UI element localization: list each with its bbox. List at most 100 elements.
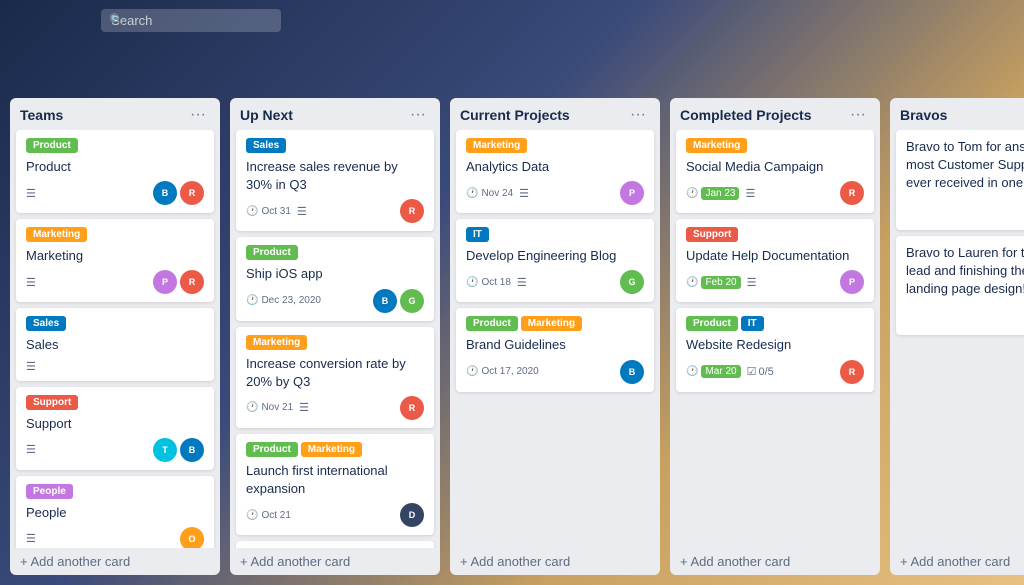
clock-icon: 🕐	[466, 188, 478, 199]
card-title-bravo-lauren: Bravo to Lauren for taking the lead and …	[906, 244, 1024, 299]
card-due-sales-revenue: 🕐Oct 31	[246, 206, 291, 217]
card-analytics-data[interactable]: Marketing Analytics Data 🕐Nov 24☰P	[456, 130, 654, 213]
card-avatar-ship-ios-0[interactable]: B	[373, 289, 397, 313]
due-text: Nov 24	[481, 188, 513, 199]
card-social-media[interactable]: MarketingSocial Media Campaign🕐Jan 23☰R	[676, 130, 874, 213]
add-card-button-completed-projects[interactable]: + Add another card	[670, 548, 880, 575]
card-help-docs[interactable]: SupportUpdate Help Documentation🕐Feb 20☰…	[676, 219, 874, 302]
card-title-people: People	[26, 504, 204, 522]
card-avatar-people-0[interactable]: O	[180, 527, 204, 548]
card-avatar-social-media-0[interactable]: R	[840, 181, 864, 205]
card-meta-people: ☰	[26, 532, 175, 545]
card-avatar-ship-ios-1[interactable]: G	[400, 289, 424, 313]
card-title-website-redesign: Website Redesign	[686, 336, 864, 354]
card-avatar-analytics-data-0[interactable]: P	[620, 181, 644, 205]
card-brand-guidelines[interactable]: ProductMarketingBrand Guidelines🕐Oct 17,…	[456, 308, 654, 391]
card-avatars-intl-expansion: D	[400, 503, 424, 527]
card-avatar-marketing-1[interactable]: R	[180, 270, 204, 294]
column-menu-button-current-projects[interactable]: ···	[626, 106, 650, 124]
card-avatar-sales-revenue-0[interactable]: R	[400, 199, 424, 223]
card-support[interactable]: SupportSupport☰TB	[16, 387, 214, 470]
cards-container-completed-projects: MarketingSocial Media Campaign🕐Jan 23☰RS…	[670, 130, 880, 548]
column-title-completed-projects: Completed Projects	[680, 107, 846, 123]
card-labels-sales-revenue: Sales	[246, 138, 424, 153]
desc-icon-product: ☰	[26, 187, 36, 200]
card-marketing[interactable]: MarketingMarketing☰PR	[16, 219, 214, 302]
add-card-button-bravos[interactable]: + Add another card	[890, 548, 1024, 575]
clock-icon: 🕐	[686, 277, 698, 288]
add-card-button-current-projects[interactable]: + Add another card	[450, 548, 660, 575]
column-menu-button-up-next[interactable]: ···	[406, 106, 430, 124]
card-avatar-brand-guidelines-0[interactable]: B	[620, 360, 644, 384]
label-people: People	[26, 484, 73, 499]
card-labels-sales: Sales	[26, 316, 204, 331]
checklist-website-redesign: ☑ 0/5	[747, 365, 774, 378]
card-title-ship-ios: Ship iOS app	[246, 265, 424, 283]
label-it: IT	[741, 316, 764, 331]
card-labels-product: Product	[26, 138, 204, 153]
due-text: Nov 21	[261, 402, 293, 413]
card-avatar-support-1[interactable]: B	[180, 438, 204, 462]
card-bravo-lauren[interactable]: Bravo to Lauren for taking the lead and …	[896, 236, 1024, 336]
add-card-button-teams[interactable]: + Add another card	[10, 548, 220, 575]
column-header-current-projects: Current Projects···	[450, 98, 660, 130]
card-title-help-docs: Update Help Documentation	[686, 247, 864, 265]
column-menu-button-completed-projects[interactable]: ···	[846, 106, 870, 124]
label-product: Product	[26, 138, 78, 153]
card-labels-analytics-data: Marketing	[466, 138, 644, 153]
card-avatars-analytics-data: P	[620, 181, 644, 205]
card-title-analytics-data: Analytics Data	[466, 158, 644, 176]
card-title-bravo-tom: Bravo to Tom for answering the most Cust…	[906, 138, 1024, 193]
card-people[interactable]: People People ☰ O	[16, 476, 214, 548]
card-avatar-product-1[interactable]: R	[180, 181, 204, 205]
label-marketing: Marketing	[246, 335, 307, 350]
search-input[interactable]	[101, 9, 281, 32]
card-avatar-intl-expansion-0[interactable]: D	[400, 503, 424, 527]
card-labels-brand-guidelines: ProductMarketing	[466, 316, 644, 331]
card-footer-bravo-lauren: O	[906, 303, 1024, 327]
card-meta-conversion: 🕐Nov 21☰	[246, 401, 395, 414]
card-footer-sales-revenue: 🕐Oct 31☰R	[246, 199, 424, 223]
card-due-intl-expansion: 🕐Oct 21	[246, 510, 291, 521]
column-teams: Teams···ProductProduct☰BRMarketingMarket…	[10, 98, 220, 575]
column-bravos: Bravos···Bravo to Tom for answering the …	[890, 98, 1024, 575]
card-meta-eng-blog: 🕐Oct 18☰	[466, 276, 615, 289]
card-avatar-help-docs-0[interactable]: P	[840, 270, 864, 294]
card-conversion[interactable]: MarketingIncrease conversion rate by 20%…	[236, 327, 434, 428]
card-labels-eng-blog: IT	[466, 227, 644, 242]
card-eng-blog[interactable]: ITDevelop Engineering Blog🕐Oct 18☰G	[456, 219, 654, 302]
card-ship-ios[interactable]: ProductShip iOS app🕐Dec 23, 2020BG	[236, 237, 434, 320]
card-due-brand-guidelines: 🕐Oct 17, 2020	[466, 366, 539, 377]
due-text: Dec 23, 2020	[261, 295, 321, 306]
card-intl-expansion[interactable]: ProductMarketingLaunch first internation…	[236, 434, 434, 535]
card-avatar-eng-blog-0[interactable]: G	[620, 270, 644, 294]
card-avatars-ship-ios: BG	[373, 289, 424, 313]
card-meta-website-redesign: 🕐Mar 20☑ 0/5	[686, 365, 835, 378]
column-title-up-next: Up Next	[240, 107, 406, 123]
card-footer-analytics-data: 🕐Nov 24☰P	[466, 181, 644, 205]
add-card-button-up-next[interactable]: + Add another card	[230, 548, 440, 575]
card-bravo-tom[interactable]: Bravo to Tom for answering the most Cust…	[896, 130, 1024, 230]
card-sales-revenue[interactable]: SalesIncrease sales revenue by 30% in Q3…	[236, 130, 434, 231]
card-smb-messaging[interactable]: MarketingSalesTest new messaging for SMB…	[236, 541, 434, 548]
column-menu-button-teams[interactable]: ···	[186, 106, 210, 124]
card-website-redesign[interactable]: ProductITWebsite Redesign🕐Mar 20☑ 0/5R	[676, 308, 874, 391]
search-container: 🔍	[101, 9, 281, 32]
card-sales[interactable]: SalesSales☰	[16, 308, 214, 380]
card-avatar-product-0[interactable]: B	[153, 181, 177, 205]
card-footer-sales: ☰	[26, 360, 204, 373]
card-avatars-support: TB	[153, 438, 204, 462]
due-text: Mar 20	[701, 365, 740, 378]
card-meta-social-media: 🕐Jan 23☰	[686, 187, 835, 200]
card-meta-product: ☰	[26, 187, 148, 200]
card-avatar-website-redesign-0[interactable]: R	[840, 360, 864, 384]
label-marketing: Marketing	[686, 138, 747, 153]
card-avatar-marketing-0[interactable]: P	[153, 270, 177, 294]
clock-icon: 🕐	[466, 366, 478, 377]
card-product[interactable]: ProductProduct☰BR	[16, 130, 214, 213]
card-avatar-support-0[interactable]: T	[153, 438, 177, 462]
desc-icon-social-media: ☰	[745, 187, 755, 200]
card-avatar-conversion-0[interactable]: R	[400, 396, 424, 420]
due-text: Oct 18	[481, 277, 510, 288]
label-sales: Sales	[26, 316, 66, 331]
